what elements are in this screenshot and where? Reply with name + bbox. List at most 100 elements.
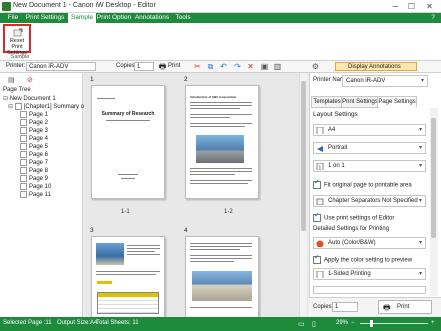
color-mode-select[interactable]: Auto (Color/B&W) ▾ bbox=[313, 237, 426, 249]
portrait-icon bbox=[317, 146, 323, 152]
tree-root-label: New Document 1 bbox=[9, 96, 56, 102]
page-thumbnail[interactable]: Summary of Research bbox=[91, 85, 165, 199]
tree-tab-icon[interactable]: ▤ bbox=[8, 76, 15, 84]
page-photo bbox=[96, 243, 124, 265]
staple-select[interactable] bbox=[313, 286, 426, 294]
tab-templates[interactable]: Templates bbox=[311, 96, 343, 108]
settings-icon[interactable]: ⚙ bbox=[311, 62, 320, 71]
undo-icon[interactable]: ↶ bbox=[219, 62, 228, 71]
chevron-down-icon: ▾ bbox=[418, 145, 422, 151]
layout-icon[interactable]: ▥ bbox=[273, 62, 282, 71]
footer-copies-input[interactable]: 1 bbox=[332, 302, 358, 312]
redo-icon[interactable]: ↷ bbox=[233, 62, 242, 71]
chevron-down-icon: ▾ bbox=[418, 271, 422, 277]
menu-print-settings[interactable]: Print Settings bbox=[24, 13, 66, 23]
zoom-in-icon[interactable]: + bbox=[431, 320, 435, 326]
chevron-down-icon: ▾ bbox=[418, 127, 422, 133]
checkbox-checked-icon bbox=[313, 212, 321, 222]
duplex-icon bbox=[316, 271, 324, 278]
tree-page[interactable]: Page 6 bbox=[20, 151, 48, 159]
page-caption: 1-2 bbox=[224, 209, 233, 215]
pages-per-sheet-select[interactable]: 1 1 on 1 ▾ bbox=[313, 160, 426, 172]
status-total-sheets: Total Sheets: 11 bbox=[96, 320, 139, 326]
page-number: 1 bbox=[90, 76, 94, 83]
reset-icon bbox=[13, 28, 23, 37]
chevron-down-icon: ▾ bbox=[418, 163, 422, 169]
chapter-icon bbox=[316, 198, 324, 205]
zoom-slider-thumb[interactable] bbox=[370, 320, 373, 327]
scrollbar-thumb[interactable] bbox=[431, 118, 436, 238]
settings-scrollbar[interactable] bbox=[430, 108, 438, 296]
tree-page[interactable]: Page 8 bbox=[20, 167, 48, 175]
ribbon bbox=[0, 23, 441, 61]
attachment-tab-icon[interactable]: ⊘ bbox=[27, 76, 33, 84]
footer-copies-label: Copies: bbox=[313, 304, 334, 310]
sided-printing-select[interactable]: 1-Sided Printing ▾ bbox=[313, 268, 426, 280]
menu-annotations[interactable]: Annotations bbox=[134, 13, 170, 23]
chevron-down-icon: ▾ bbox=[418, 198, 422, 204]
page-thumbnail[interactable]: Introduction of ABC Corporation bbox=[185, 85, 259, 199]
preview-scrollbar[interactable] bbox=[299, 73, 307, 317]
orientation-select[interactable]: Portrait ▾ bbox=[313, 142, 426, 154]
paper-size-select[interactable]: A4 ▾ bbox=[313, 124, 426, 136]
tree-page[interactable]: Page 3 bbox=[20, 127, 48, 135]
page-thumbnail[interactable] bbox=[185, 236, 259, 319]
fit-width-icon[interactable]: ▯ bbox=[312, 320, 316, 328]
tree-page[interactable]: Page 7 bbox=[20, 159, 48, 167]
status-selected-page: Selected Page :11 bbox=[3, 320, 52, 326]
tree-page[interactable]: Page 2 bbox=[20, 119, 48, 127]
fit-page-icon[interactable]: ▭ bbox=[298, 320, 305, 328]
page-photo bbox=[192, 271, 252, 301]
menu-sample[interactable]: Sample bbox=[67, 13, 97, 23]
page-heading: Summary of Research bbox=[101, 111, 155, 117]
paper-icon bbox=[316, 127, 324, 134]
checkbox-checked-icon bbox=[313, 254, 321, 264]
tab-print-settings[interactable]: Print Settings bbox=[341, 96, 379, 108]
svg-text:1: 1 bbox=[319, 166, 322, 171]
use-editor-settings-checkbox[interactable]: Use print settings of Editor bbox=[313, 212, 394, 223]
chapter-separator-select[interactable]: Chapter Separators Not Specified ▾ bbox=[313, 195, 426, 207]
maximize-button[interactable]: ☐ bbox=[405, 1, 418, 12]
menu-print-option[interactable]: Print Option bbox=[96, 13, 132, 23]
tree-page[interactable]: Page 11 bbox=[20, 191, 51, 199]
page-icon[interactable]: ▣ bbox=[260, 62, 269, 71]
tree-page[interactable]: Page 1 bbox=[20, 111, 48, 119]
delete-icon[interactable]: ✕ bbox=[246, 62, 255, 71]
close-button[interactable]: ✕ bbox=[423, 1, 436, 12]
page-number: 2 bbox=[184, 76, 188, 83]
copy-icon[interactable]: ⧉ bbox=[206, 62, 215, 71]
tree-page[interactable]: Page 10 bbox=[20, 183, 51, 191]
zoom-out-icon[interactable]: − bbox=[351, 320, 355, 326]
apply-color-preview-checkbox[interactable]: Apply the color setting to preview bbox=[313, 254, 412, 265]
page-table bbox=[97, 292, 159, 314]
menu-tools[interactable]: Tools bbox=[172, 13, 194, 23]
display-annotations-button[interactable]: Display Annotations bbox=[335, 62, 417, 71]
page-photo bbox=[196, 135, 244, 163]
page-number: 4 bbox=[184, 227, 188, 234]
menu-file[interactable]: File bbox=[4, 13, 22, 23]
printer-select[interactable]: Canon iR-ADV bbox=[26, 62, 96, 71]
help-icon[interactable]: ? bbox=[428, 13, 438, 23]
color-icon bbox=[316, 240, 324, 247]
print-button[interactable]: 🖶 Print bbox=[378, 300, 432, 314]
page-number: 3 bbox=[90, 227, 94, 234]
page-layout-icon: 1 bbox=[316, 163, 324, 170]
tree-chapter[interactable]: ⊟ [Chapter1] Summary of R bbox=[8, 103, 92, 111]
copies-input[interactable]: 1 bbox=[134, 62, 154, 71]
zoom-slider[interactable] bbox=[360, 320, 428, 327]
printer-name-select[interactable]: Canon iR-ADV ▾ bbox=[342, 75, 428, 87]
scrollbar-thumb[interactable] bbox=[301, 81, 306, 231]
tree-root[interactable]: ⊟ New Document 1 bbox=[3, 95, 56, 103]
printer-icon[interactable]: 🖶 bbox=[158, 62, 167, 71]
cut-icon[interactable]: ✂ bbox=[193, 62, 202, 71]
tree-page[interactable]: Page 4 bbox=[20, 135, 48, 143]
reset-print-settings-button[interactable]: Reset Print Settings bbox=[3, 24, 31, 56]
tree-page[interactable]: Page 9 bbox=[20, 175, 48, 183]
minimize-button[interactable]: ─ bbox=[389, 1, 402, 12]
title-bar: New Document 1 - Canon iW Desktop - Edit… bbox=[0, 0, 441, 13]
page-thumbnail[interactable] bbox=[91, 236, 165, 319]
tree-page[interactable]: Page 5 bbox=[20, 143, 48, 151]
tab-page-settings[interactable]: Page Settings bbox=[377, 96, 417, 107]
fit-to-printable-checkbox[interactable]: Fit original page to printable area bbox=[313, 179, 412, 190]
print-label[interactable]: Print bbox=[168, 63, 180, 69]
